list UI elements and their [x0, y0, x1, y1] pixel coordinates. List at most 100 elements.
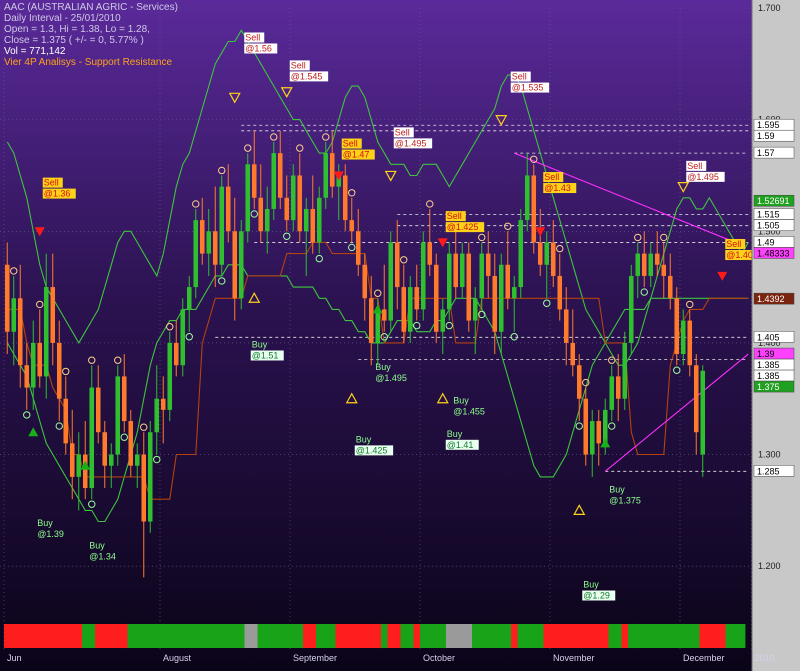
trend-color-cell — [485, 624, 492, 648]
candle — [24, 342, 30, 410]
price-chart[interactable]: Sell@1.36Sell@1.56Sell@1.545Sell@1.47Sel… — [0, 0, 800, 671]
candle-body — [329, 153, 335, 187]
trend-color-cell — [147, 624, 154, 648]
candle-body — [414, 287, 420, 310]
price-tag-value: 1.385 — [757, 371, 780, 381]
candle-body — [212, 231, 218, 265]
candle-body — [186, 287, 192, 310]
candle — [238, 220, 244, 310]
candle — [102, 421, 108, 489]
candle-body — [277, 153, 283, 198]
trend-color-cell — [543, 624, 551, 648]
candle-body — [43, 287, 49, 377]
trend-color-cell — [660, 624, 668, 648]
trend-color-bar — [4, 624, 746, 648]
candle — [310, 175, 316, 254]
candle — [219, 175, 225, 276]
buy-arrow-icon — [28, 427, 39, 437]
candle — [128, 409, 134, 477]
candle — [284, 175, 290, 232]
trend-color-cell — [569, 624, 577, 648]
buy-signal-label: Buy@1.29 — [582, 580, 616, 601]
candle-body — [628, 275, 634, 343]
candle-body — [498, 264, 504, 332]
signal-price: @1.535 — [512, 83, 544, 93]
trend-color-cell — [641, 624, 648, 648]
candle-body — [609, 376, 615, 410]
candle — [674, 287, 680, 366]
triangle-up-icon — [345, 392, 358, 404]
price-tag: 1.385 — [753, 358, 795, 371]
candle-body — [4, 264, 10, 332]
candle-body — [407, 287, 413, 332]
trough-circle-icon — [88, 500, 96, 508]
trend-color-cell — [114, 624, 122, 648]
signal-type: Buy — [453, 395, 469, 405]
peak-circle-icon — [296, 144, 304, 152]
candle — [453, 231, 459, 299]
trough-circle-icon — [283, 232, 291, 240]
trend-color-cell — [160, 624, 167, 648]
price-tag-value: 1.39 — [757, 349, 775, 359]
trough-circle-icon — [250, 210, 258, 218]
trend-color-cell — [628, 624, 635, 648]
candle-body — [206, 231, 212, 254]
sell-signal-label: Sell@1.425 — [445, 211, 485, 233]
candle-body — [550, 242, 556, 276]
triangle-up-icon — [436, 392, 449, 404]
price-tag: 1.385 — [753, 369, 795, 382]
sell-arrow-icon — [34, 227, 45, 237]
trend-color-cell — [387, 624, 395, 648]
trend-color-cell — [101, 624, 109, 648]
trend-color-cell — [472, 624, 479, 648]
trend-color-cell — [290, 624, 297, 648]
trough-circle-icon — [575, 422, 583, 430]
candle-body — [115, 376, 121, 455]
trend-color-cell — [686, 624, 694, 648]
trend-color-cell — [264, 624, 271, 648]
candle-body — [134, 454, 140, 466]
trend-color-cell — [127, 624, 135, 648]
trend-color-cell — [478, 624, 486, 648]
trend-color-cell — [602, 624, 609, 648]
price-tag: 1.505 — [753, 219, 795, 231]
candle-body — [388, 242, 394, 321]
candle-body — [225, 186, 231, 232]
buy-arrow-icon — [600, 438, 611, 448]
trend-color-cell — [23, 624, 31, 648]
candle-body — [89, 387, 95, 489]
signal-price: @1.375 — [609, 496, 641, 506]
price-tag-value: 1.405 — [757, 332, 780, 342]
candle-body — [700, 370, 706, 455]
signal-type: Sell — [44, 178, 59, 188]
candle — [466, 242, 472, 332]
candle-body — [381, 309, 387, 321]
candle — [297, 153, 303, 243]
candle — [518, 208, 524, 299]
signal-type: Sell — [726, 239, 741, 249]
peak-circle-icon — [504, 222, 512, 230]
signal-price: @1.425 — [356, 445, 388, 455]
candle — [407, 275, 413, 343]
trough-circle-icon — [315, 254, 323, 263]
candle-body — [511, 287, 517, 299]
signal-price: @1.51 — [252, 350, 279, 360]
trend-color-cell — [498, 624, 505, 648]
candle-body — [485, 253, 491, 276]
trend-color-cell — [199, 624, 206, 648]
trough-circle-icon — [348, 243, 356, 252]
peak-circle-icon — [166, 323, 174, 331]
candle — [596, 409, 602, 466]
candle-body — [394, 242, 400, 288]
candle-body — [349, 220, 355, 232]
trend-color-cell — [62, 624, 70, 648]
price-tag: 1.59 — [753, 129, 795, 142]
candle-body — [193, 220, 199, 288]
candle — [414, 264, 420, 321]
trend-color-cell — [192, 624, 200, 648]
candle — [641, 231, 647, 288]
month-label: 2010 — [755, 653, 775, 663]
trend-color-cell — [231, 624, 239, 648]
triangle-down-icon — [495, 115, 508, 126]
trend-color-cell — [121, 624, 128, 648]
